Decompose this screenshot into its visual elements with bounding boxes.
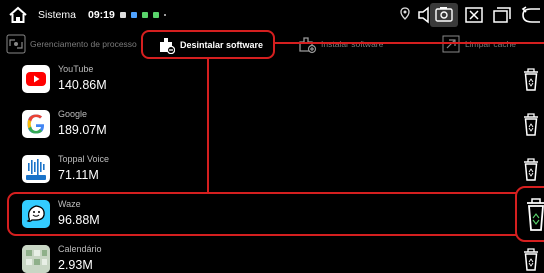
home-icon[interactable]: [8, 6, 28, 24]
tab-clear-cache[interactable]: Limpar cache: [441, 30, 516, 58]
app-name: Google: [58, 109, 88, 119]
calendar-icon: [22, 245, 50, 273]
list-item[interactable]: Toppal Voice 71.11M: [0, 147, 544, 193]
notification-icon: [153, 12, 159, 18]
notification-icon: [131, 12, 137, 18]
notification-icon: [120, 12, 126, 18]
youtube-icon: [22, 65, 50, 93]
tab-process-management[interactable]: Gerenciamento de processo: [6, 30, 137, 58]
app-size: 71.11M: [58, 168, 99, 182]
google-icon: [22, 110, 50, 138]
status-title: Sistema: [38, 9, 76, 21]
location-icon: [400, 7, 410, 20]
list-item[interactable]: Calendário 2.93M: [0, 237, 544, 273]
uninstall-button[interactable]: [515, 186, 544, 242]
clear-cache-icon: [442, 35, 460, 53]
tab-uninstall-software[interactable]: Desintalar software: [141, 30, 275, 59]
tab-label: Gerenciamento de processo: [30, 39, 137, 49]
notification-icon: [142, 12, 148, 18]
tab-label: Instalar software: [321, 39, 384, 49]
trash-icon[interactable]: [522, 156, 540, 182]
trash-icon[interactable]: [522, 66, 540, 92]
app-name: Toppal Voice: [58, 154, 110, 164]
app-name: Calendário: [58, 244, 102, 254]
status-bar: Sistema 09:19: [0, 0, 544, 30]
screenshot-icon[interactable]: [430, 3, 458, 27]
process-management-icon: [6, 34, 26, 54]
list-item[interactable]: YouTube 140.86M: [0, 57, 544, 103]
status-time: 09:19: [88, 9, 115, 21]
tab-label: Limpar cache: [465, 39, 517, 49]
install-software-icon: [299, 37, 317, 54]
highlight-connector: [275, 42, 544, 44]
more-notifications-icon: [164, 14, 166, 16]
app-name: YouTube: [58, 64, 94, 74]
app-size: 189.07M: [58, 123, 107, 137]
back-icon[interactable]: [520, 6, 542, 24]
trash-icon: [527, 198, 544, 231]
uninstall-software-icon: [160, 37, 175, 54]
list-item[interactable]: Google 189.07M: [0, 102, 544, 148]
app-size: 140.86M: [58, 78, 107, 92]
toppal-voice-icon: [22, 155, 50, 183]
tab-install-software[interactable]: Instalar software: [297, 30, 383, 58]
tab-label: Desintalar software: [180, 39, 264, 50]
recent-apps-icon[interactable]: [492, 6, 512, 24]
trash-icon[interactable]: [522, 111, 540, 137]
trash-icon[interactable]: [522, 246, 540, 272]
selected-row-highlight: [7, 192, 530, 236]
close-window-icon[interactable]: [464, 6, 484, 24]
app-size: 2.93M: [58, 258, 93, 272]
